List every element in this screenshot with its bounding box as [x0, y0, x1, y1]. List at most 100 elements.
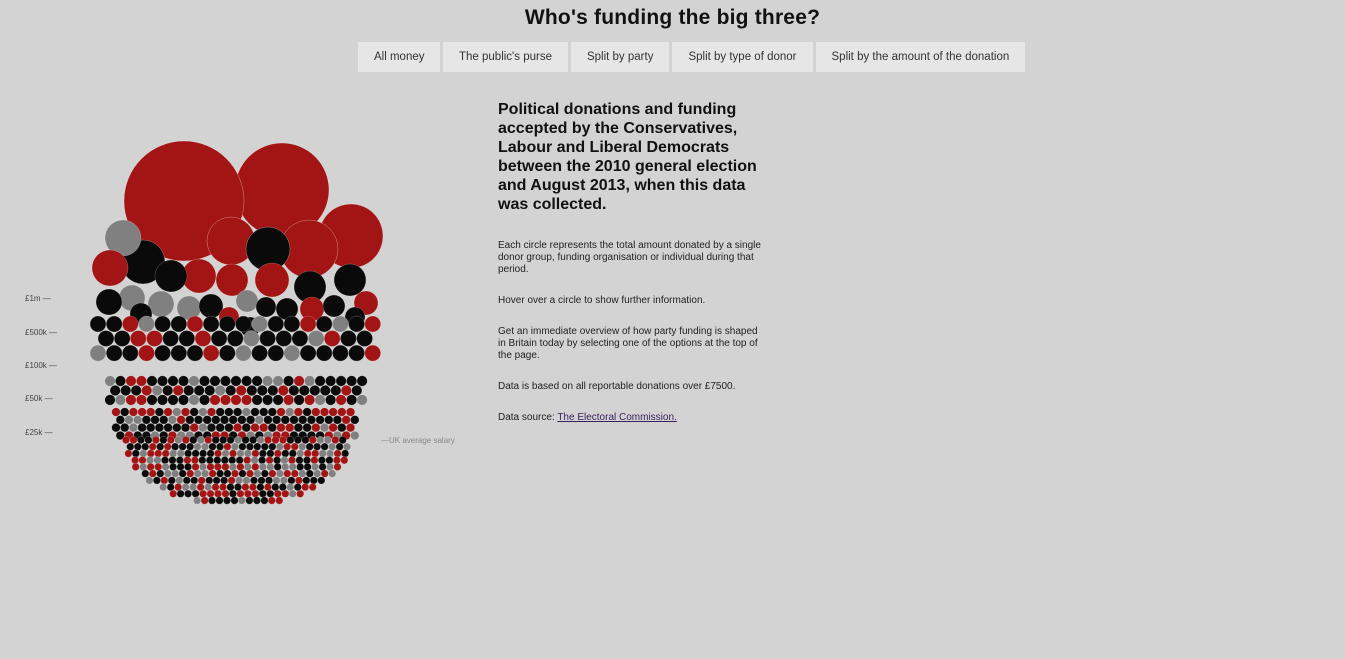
donor-bubble[interactable] [261, 469, 269, 478]
donor-bubble[interactable] [281, 489, 290, 498]
donor-bubble[interactable] [236, 489, 245, 498]
donor-bubble[interactable] [182, 476, 191, 485]
donor-bubble[interactable] [280, 476, 288, 485]
donor-bubble[interactable] [223, 496, 231, 505]
donor-bubble[interactable] [193, 469, 202, 478]
donor-bubble[interactable] [241, 394, 252, 406]
donor-bubble[interactable] [305, 469, 314, 478]
donor-bubble[interactable] [114, 330, 131, 347]
donor-bubble[interactable] [246, 385, 258, 396]
donor-bubble[interactable] [291, 330, 309, 347]
donor-bubble[interactable] [124, 415, 134, 425]
donor-bubble[interactable] [181, 483, 190, 491]
donor-bubble[interactable] [181, 436, 190, 444]
donor-bubble[interactable] [338, 436, 347, 444]
donor-bubble[interactable] [286, 483, 295, 491]
donor-bubble[interactable] [235, 344, 252, 362]
donor-bubble[interactable] [328, 442, 336, 451]
donor-bubble[interactable] [258, 456, 266, 465]
donor-bubble[interactable] [228, 456, 237, 465]
donor-bubble[interactable] [348, 344, 365, 362]
donor-bubble[interactable] [251, 489, 260, 498]
donor-bubble[interactable] [204, 385, 216, 396]
donor-bubble[interactable] [131, 449, 140, 458]
donor-bubble[interactable] [259, 407, 269, 417]
donor-bubble[interactable] [137, 436, 145, 444]
donor-bubble[interactable] [167, 476, 176, 485]
donor-bubble[interactable] [150, 415, 160, 425]
donor-bubble[interactable] [235, 315, 252, 333]
donor-bubble[interactable] [216, 469, 224, 478]
donor-bubble[interactable] [171, 442, 179, 451]
donor-bubble[interactable] [276, 469, 284, 478]
donor-bubble[interactable] [167, 415, 177, 425]
donor-bubble[interactable] [154, 259, 188, 293]
donor-bubble[interactable] [262, 375, 273, 387]
donor-bubble[interactable] [299, 315, 317, 333]
donor-bubble[interactable] [317, 476, 326, 485]
donor-bubble[interactable] [183, 385, 195, 396]
donor-bubble[interactable] [207, 407, 216, 417]
donor-bubble[interactable] [154, 463, 163, 471]
donor-bubble[interactable] [311, 407, 321, 417]
donor-bubble[interactable] [318, 463, 327, 471]
donor-bubble[interactable] [241, 407, 251, 417]
donor-bubble[interactable] [194, 415, 203, 425]
donor-bubble[interactable] [197, 476, 206, 485]
tab-split-by-party[interactable]: Split by party [570, 42, 670, 72]
donor-bubble[interactable] [120, 385, 132, 396]
donor-bubble[interactable] [204, 436, 213, 444]
donor-bubble[interactable] [189, 407, 199, 417]
donor-bubble[interactable] [156, 442, 165, 451]
donor-bubble[interactable] [306, 415, 316, 425]
donor-bubble[interactable] [163, 442, 172, 451]
donor-bubble[interactable] [242, 476, 251, 485]
donor-bubble[interactable] [294, 436, 302, 444]
donor-bubble[interactable] [318, 456, 326, 465]
donor-bubble[interactable] [280, 415, 290, 425]
donor-bubble[interactable] [190, 476, 199, 485]
donor-bubble[interactable] [314, 375, 326, 387]
donor-bubble[interactable] [95, 288, 123, 316]
donor-bubble[interactable] [333, 463, 342, 471]
donor-bubble[interactable] [136, 375, 147, 387]
donor-bubble[interactable] [283, 469, 292, 478]
donor-bubble[interactable] [199, 489, 207, 498]
donor-bubble[interactable] [220, 375, 231, 387]
donor-bubble[interactable] [333, 449, 342, 458]
donor-bubble[interactable] [254, 262, 290, 298]
donor-bubble[interactable] [219, 344, 236, 362]
donor-bubble[interactable] [302, 476, 311, 485]
donor-bubble[interactable] [236, 463, 245, 471]
donor-bubble[interactable] [279, 436, 287, 444]
donor-bubble[interactable] [201, 469, 209, 478]
donor-bubble[interactable] [215, 496, 224, 505]
donor-bubble[interactable] [207, 423, 216, 433]
donor-bubble[interactable] [176, 449, 185, 458]
donor-bubble[interactable] [178, 442, 187, 451]
donor-bubble[interactable] [308, 436, 317, 444]
donor-bubble[interactable] [176, 463, 185, 471]
donor-bubble[interactable] [290, 442, 299, 451]
donor-bubble[interactable] [198, 423, 208, 433]
donor-bubble[interactable] [229, 463, 237, 471]
donor-bubble[interactable] [163, 423, 173, 433]
donor-bubble[interactable] [249, 436, 257, 444]
donor-bubble[interactable] [287, 476, 296, 485]
donor-bubble[interactable] [198, 407, 208, 417]
donor-bubble[interactable] [166, 483, 175, 491]
tab-split-by-donor-type[interactable]: Split by type of donor [672, 42, 813, 72]
tab-public-purse[interactable]: The public's purse [443, 42, 568, 72]
donor-bubble[interactable] [175, 476, 184, 485]
donor-bubble[interactable] [176, 456, 184, 465]
donor-bubble[interactable] [146, 375, 158, 387]
donor-bubble[interactable] [276, 407, 286, 417]
donor-bubble[interactable] [308, 483, 317, 491]
donor-bubble[interactable] [120, 423, 130, 433]
donor-bubble[interactable] [348, 315, 365, 333]
donor-bubble[interactable] [350, 415, 360, 425]
donor-bubble[interactable] [162, 330, 179, 347]
donor-bubble[interactable] [315, 415, 325, 425]
donor-bubble[interactable] [333, 456, 341, 465]
donor-bubble[interactable] [106, 344, 123, 362]
